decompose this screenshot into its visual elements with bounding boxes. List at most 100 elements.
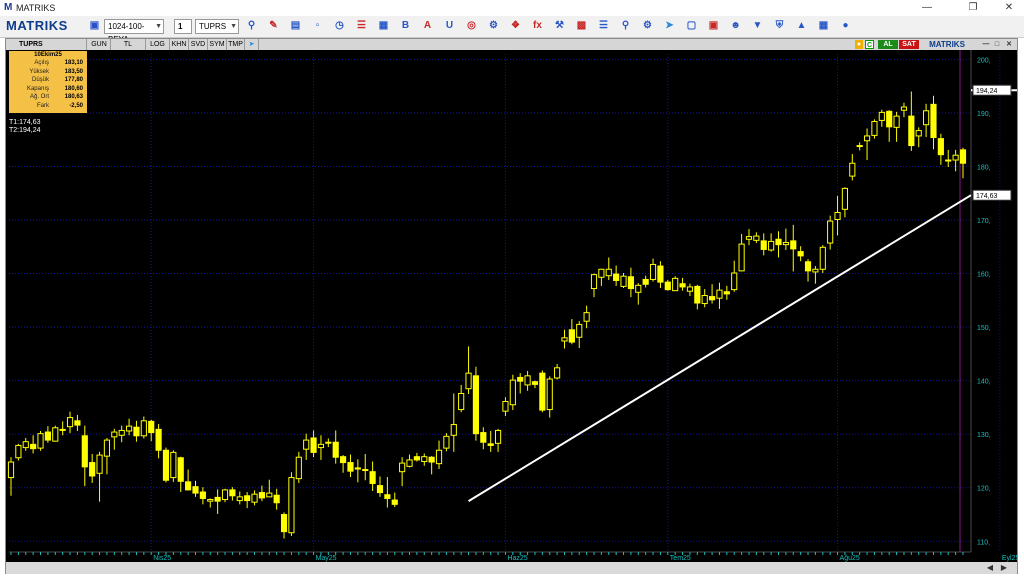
candle-body	[649, 263, 657, 280]
save-icon[interactable]: ⚲	[245, 19, 258, 33]
info-label: Fark	[37, 102, 49, 109]
candle-body	[694, 285, 701, 304]
candle-body	[118, 429, 125, 436]
c-button[interactable]: C	[865, 40, 874, 49]
bell-icon[interactable]: ▦	[817, 19, 830, 33]
slot-select[interactable]: 1	[174, 19, 192, 34]
indicator-icon[interactable]: ▫	[311, 19, 324, 33]
clock-icon[interactable]: ☰	[355, 19, 368, 33]
candle-body	[886, 110, 893, 128]
twitter-icon[interactable]: ➤	[245, 39, 259, 50]
candle-body	[686, 286, 694, 292]
candle-body	[701, 295, 708, 305]
candle-body	[856, 145, 863, 148]
bold-icon[interactable]: A	[421, 19, 434, 33]
candle-body	[849, 162, 856, 177]
candle-body	[716, 289, 723, 299]
chevron-left-icon[interactable]: ◀	[984, 563, 996, 573]
tab-sym[interactable]: SYM	[208, 39, 227, 50]
candle-body	[288, 477, 295, 534]
table-icon[interactable]: ☰	[597, 19, 610, 33]
candle-body	[590, 274, 598, 290]
candle-body	[111, 431, 118, 438]
logo-text-a: MATRI	[6, 18, 49, 33]
candle-body	[399, 462, 406, 473]
zoom-icon[interactable]: ✎	[267, 19, 280, 33]
candle-body	[546, 378, 553, 411]
maximize-icon[interactable]: ❐	[958, 0, 988, 16]
fx-icon[interactable]: ⚒	[553, 19, 566, 33]
maximize-icon[interactable]: □	[992, 40, 1002, 49]
system-icon[interactable]: ❖	[509, 19, 522, 33]
shield-icon[interactable]: ▲	[795, 19, 808, 33]
book-icon[interactable]: ⚲	[619, 19, 632, 33]
template-select[interactable]: 1024-100-BEYA▼	[104, 19, 164, 44]
price-tag-label: 194,24	[976, 88, 998, 95]
user-icon[interactable]: ▼	[751, 19, 764, 33]
candle-body	[170, 451, 177, 479]
screen-icon[interactable]: ▣	[707, 19, 720, 33]
symbol-input[interactable]: TUPRS ▼	[195, 19, 239, 34]
close-icon[interactable]: ✕	[1004, 40, 1014, 49]
info-label: Ağ. Ort	[29, 94, 49, 100]
chevron-right-icon[interactable]: ▶	[998, 563, 1010, 573]
tab-svd[interactable]: SVD	[189, 39, 208, 50]
tab-log[interactable]: LOG	[146, 39, 170, 50]
candle-body	[827, 220, 834, 244]
image-icon[interactable]: ☻	[729, 19, 742, 33]
candle-body	[15, 444, 22, 459]
sell-button[interactable]: SAT	[899, 40, 919, 49]
window-icon[interactable]: ◷	[333, 19, 346, 33]
price-chart[interactable]: 200, 190, 180, 170, 160, 150, 140, 130, 120, 110,…	[6, 50, 1017, 562]
candle-body	[627, 276, 634, 290]
tab-gun[interactable]: GUN	[88, 39, 111, 50]
symbol-value: TUPRS	[199, 22, 227, 31]
x-tick-label: May25	[316, 555, 337, 562]
candle-body	[709, 296, 716, 301]
twitter-icon[interactable]: ▢	[685, 19, 698, 33]
minimize-icon[interactable]: —	[981, 40, 991, 49]
candle-body	[236, 496, 243, 502]
y-tick-label: 120,	[977, 486, 991, 493]
candle-body	[340, 456, 347, 464]
window-title: MATRIKS	[16, 3, 56, 13]
candle-body	[140, 420, 147, 437]
tab-tl[interactable]: TL	[111, 39, 146, 50]
settings-icon[interactable]: ➤	[663, 19, 676, 33]
tab-tmp[interactable]: TMP	[227, 39, 245, 50]
save-icon[interactable]: ▣	[88, 19, 101, 33]
chart-symbol-tab[interactable]: TUPRS	[9, 39, 87, 50]
info-value: 180,60	[64, 85, 83, 92]
lock-icon[interactable]: ●	[855, 40, 863, 49]
filter-icon[interactable]: ⛨	[773, 19, 786, 33]
candle-body	[959, 149, 967, 164]
buy-button[interactable]: AL	[878, 40, 898, 49]
list-icon[interactable]: ▦	[377, 19, 390, 33]
grid-icon[interactable]: B	[399, 19, 412, 33]
chevron-down-icon: ▼	[155, 23, 162, 30]
price-tag-label: 174,63	[976, 193, 998, 200]
pencil-icon[interactable]: ▤	[289, 19, 302, 33]
text-icon[interactable]: U	[443, 19, 456, 33]
magnet-icon[interactable]: ◎	[465, 19, 478, 33]
candle-body	[620, 275, 627, 287]
tools-icon[interactable]: ▩	[575, 19, 588, 33]
chart-icon[interactable]: fx	[531, 19, 544, 33]
candle-body	[428, 456, 435, 463]
search-icon[interactable]: ⚙	[641, 19, 654, 33]
candle-body	[642, 278, 649, 285]
tab-khn[interactable]: KHN	[170, 39, 189, 50]
matriks-logo: MATRIKS	[6, 18, 68, 33]
candle-body	[531, 381, 539, 385]
close-icon[interactable]: ✕	[994, 0, 1024, 16]
minimize-icon[interactable]: —	[912, 0, 942, 16]
target-icon[interactable]: ⚙	[487, 19, 500, 33]
candle-body	[812, 268, 819, 273]
horizontal-scrollbar[interactable]: ◀ ▶	[6, 562, 1017, 574]
candle-body	[635, 284, 642, 293]
trend-label-t2: T2:194,24	[9, 127, 41, 134]
calculator-icon[interactable]: ●	[839, 19, 852, 33]
candle-body	[443, 435, 450, 449]
candle-body	[369, 471, 376, 484]
candle-body	[406, 459, 413, 467]
